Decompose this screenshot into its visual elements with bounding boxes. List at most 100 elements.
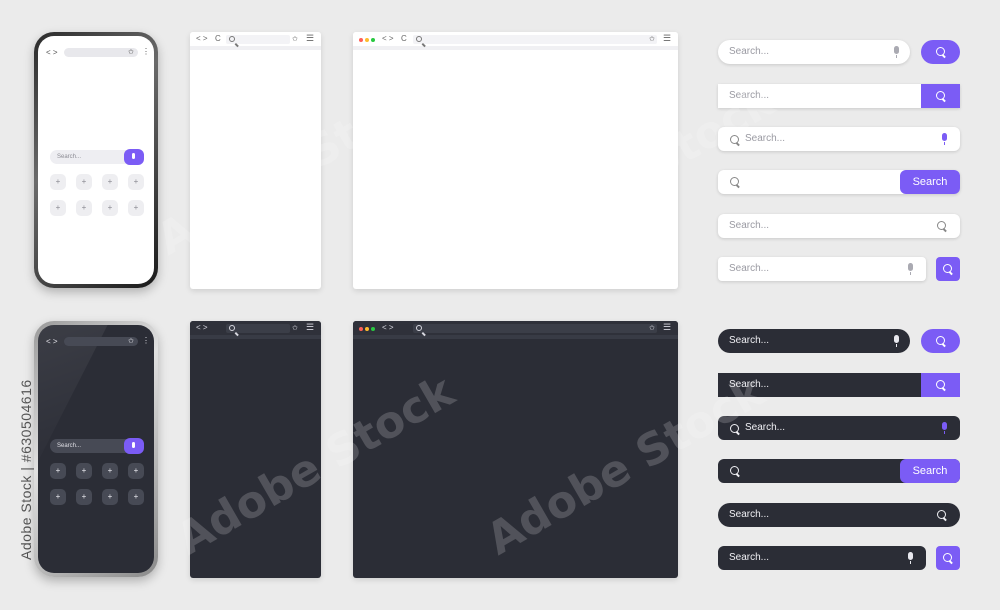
url-bar[interactable] (413, 35, 657, 44)
minimize-dot[interactable] (365, 327, 369, 331)
back-forward-icon[interactable]: < > (46, 337, 58, 346)
star-icon[interactable]: ✩ (128, 337, 134, 345)
plus-icon[interactable]: + (50, 463, 66, 479)
search-button[interactable] (936, 257, 960, 281)
search-icon[interactable] (937, 221, 946, 230)
back-forward-icon[interactable]: < > (196, 34, 208, 43)
plus-icon[interactable]: + (102, 174, 118, 190)
search-button[interactable] (936, 546, 960, 570)
search-bar-light-3: Search... (718, 127, 960, 151)
search-input[interactable]: Search... (718, 503, 960, 527)
menu-icon[interactable]: ☰ (663, 322, 671, 333)
shortcut-grid: + + + + + + + + (50, 174, 144, 216)
mic-icon[interactable] (894, 335, 899, 347)
star-icon[interactable]: ✩ (292, 324, 298, 332)
star-icon[interactable]: ✩ (128, 48, 134, 56)
plus-icon[interactable]: + (50, 489, 66, 505)
plus-icon[interactable]: + (76, 463, 92, 479)
browser-toolbar: < > C ✩ ☰ (190, 32, 321, 50)
browser-window-wide-dark: < > ✩ ☰ (353, 321, 678, 578)
plus-icon[interactable]: + (128, 200, 144, 216)
browser-window-tall-light: < > C ✩ ☰ (190, 32, 321, 289)
plus-icon[interactable]: + (102, 463, 118, 479)
search-icon (416, 325, 422, 331)
search-button[interactable] (921, 84, 960, 108)
star-icon[interactable]: ✩ (649, 324, 655, 332)
plus-icon[interactable]: + (50, 174, 66, 190)
mic-button[interactable] (124, 149, 144, 165)
search-icon (936, 336, 945, 345)
plus-icon[interactable]: + (76, 489, 92, 505)
search-bar-dark-6: Search... (718, 546, 960, 570)
search-button[interactable]: Search (900, 170, 960, 194)
phone-mockup-dark: < > ✩ ⋮ Search... + + + + + + + + (34, 321, 158, 577)
search-bar-dark-3: Search... (718, 416, 960, 440)
search-bar-light-2: Search... (718, 84, 960, 108)
menu-icon[interactable]: ☰ (663, 33, 671, 44)
search-icon (936, 47, 945, 56)
search-input[interactable]: Search... (718, 214, 960, 238)
mic-icon[interactable] (908, 552, 913, 564)
search-icon (943, 264, 952, 273)
browser-toolbar: < > ✩ ☰ (353, 321, 678, 339)
back-forward-icon[interactable]: < > (46, 48, 58, 57)
reload-icon[interactable]: C (215, 34, 221, 43)
search-button[interactable]: Search (900, 459, 960, 483)
search-input[interactable]: Search... (718, 546, 926, 570)
search-input[interactable]: Search... (718, 416, 960, 440)
minimize-dot[interactable] (365, 38, 369, 42)
menu-icon[interactable]: ☰ (306, 33, 314, 44)
close-dot[interactable] (359, 327, 363, 331)
menu-icon[interactable]: ☰ (306, 322, 314, 333)
mic-button[interactable] (124, 438, 144, 454)
search-icon[interactable] (937, 510, 946, 519)
mic-icon[interactable] (942, 133, 947, 145)
maximize-dot[interactable] (371, 327, 375, 331)
search-icon (229, 36, 235, 42)
phone-mockup-light: < > ✩ ⋮ Search... + + + + + + + + (34, 32, 158, 288)
maximize-dot[interactable] (371, 38, 375, 42)
plus-icon[interactable]: + (128, 489, 144, 505)
plus-icon[interactable]: + (102, 489, 118, 505)
search-icon (936, 380, 945, 389)
search-icon (730, 177, 739, 186)
mic-icon[interactable] (908, 263, 913, 275)
reload-icon[interactable]: C (401, 34, 407, 43)
url-bar[interactable] (413, 324, 657, 333)
plus-icon[interactable]: + (50, 200, 66, 216)
plus-icon[interactable]: + (128, 174, 144, 190)
back-forward-icon[interactable]: < > (382, 323, 394, 332)
star-icon[interactable]: ✩ (649, 35, 655, 43)
plus-icon[interactable]: + (76, 174, 92, 190)
search-input[interactable]: Search... (718, 127, 960, 151)
search-button[interactable] (921, 373, 960, 397)
search-input[interactable]: Search... (718, 329, 910, 353)
search-icon (730, 424, 739, 433)
close-dot[interactable] (359, 38, 363, 42)
search-bar-dark-2: Search... (718, 373, 960, 397)
back-forward-icon[interactable]: < > (196, 323, 208, 332)
more-icon[interactable]: ⋮ (142, 47, 150, 56)
mic-icon[interactable] (894, 46, 899, 58)
plus-icon[interactable]: + (102, 200, 118, 216)
search-bar-light-5: Search... (718, 214, 960, 238)
mic-icon[interactable] (942, 422, 947, 434)
url-bar[interactable] (64, 337, 138, 346)
search-button[interactable] (921, 40, 960, 64)
url-bar[interactable] (226, 35, 290, 44)
search-bar-dark-1: Search... (718, 329, 960, 353)
phone-screen: < > ✩ ⋮ Search... + + + + + + + + (38, 36, 154, 284)
search-input[interactable]: Search... (718, 257, 926, 281)
search-input[interactable]: Search... (718, 40, 910, 64)
plus-icon[interactable]: + (128, 463, 144, 479)
back-forward-icon[interactable]: < > (382, 34, 394, 43)
search-bar-dark-5: Search... (718, 503, 960, 527)
more-icon[interactable]: ⋮ (142, 336, 150, 345)
url-bar[interactable] (226, 324, 290, 333)
plus-icon[interactable]: + (76, 200, 92, 216)
browser-toolbar: < > ✩ ☰ (190, 321, 321, 339)
search-button[interactable] (921, 329, 960, 353)
url-bar[interactable] (64, 48, 138, 57)
star-icon[interactable]: ✩ (292, 35, 298, 43)
search-bar-light-4: Search (718, 170, 960, 194)
